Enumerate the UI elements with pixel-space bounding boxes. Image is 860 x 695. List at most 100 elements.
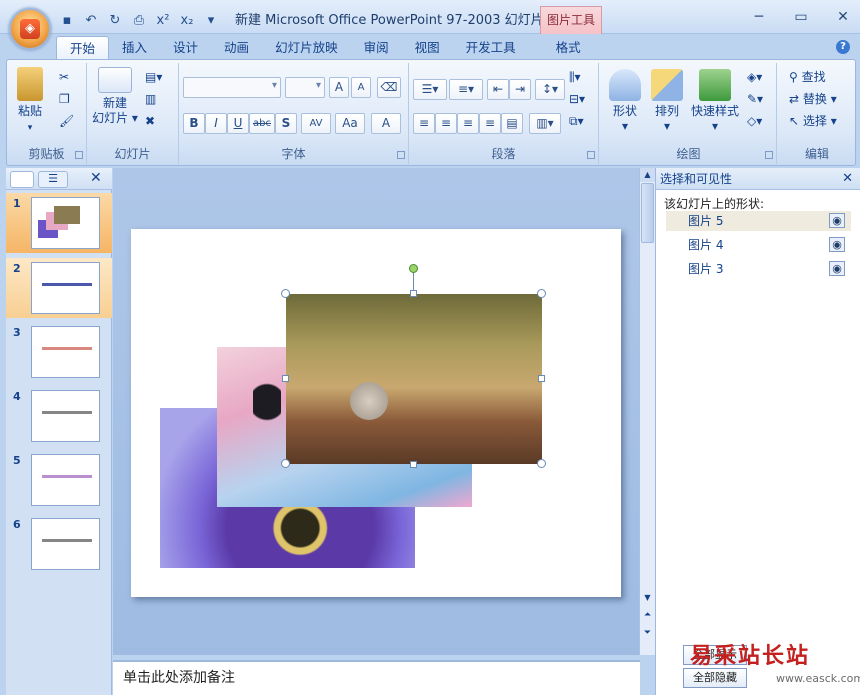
resize-handle[interactable] xyxy=(410,461,417,468)
numbering-icon[interactable]: ≡▾ xyxy=(449,79,483,100)
visibility-eye-icon[interactable]: ◉ xyxy=(829,261,845,276)
dialog-launcher-icon[interactable] xyxy=(587,151,595,159)
text-direction-icon[interactable]: ⫼▾ xyxy=(569,67,581,87)
print-preview-icon[interactable]: ⎙ xyxy=(130,12,148,30)
shape-list-item[interactable]: 图片 3 ◉ xyxy=(666,259,851,279)
shape-list-item[interactable]: 图片 5 ◉ xyxy=(666,211,851,231)
select-button[interactable]: ↖ 选择 ▾ xyxy=(789,111,837,131)
replace-button[interactable]: ⇄ 替换 ▾ xyxy=(789,89,837,109)
close-icon[interactable]: ✕ xyxy=(842,168,853,190)
close-pane-icon[interactable]: ✕ xyxy=(90,170,102,186)
tab-animations[interactable]: 动画 xyxy=(211,36,262,60)
undo-icon[interactable]: ↶ xyxy=(82,12,100,30)
layout-icon[interactable]: ▤▾ xyxy=(145,67,162,87)
line-spacing-icon[interactable]: ↕▾ xyxy=(535,79,565,100)
resize-handle[interactable] xyxy=(282,375,289,382)
resize-handle[interactable] xyxy=(537,459,546,468)
resize-handle[interactable] xyxy=(281,459,290,468)
new-slide-button[interactable]: 新建 幻灯片 ▾ xyxy=(91,67,139,126)
visibility-eye-icon[interactable]: ◉ xyxy=(829,213,845,228)
previous-slide-icon[interactable]: ⏶ xyxy=(640,610,655,626)
smartart-icon[interactable]: ⧉▾ xyxy=(569,111,584,131)
align-center-icon[interactable]: ≡ xyxy=(435,113,457,134)
copy-icon[interactable]: ❐ xyxy=(59,89,70,109)
tab-view[interactable]: 视图 xyxy=(402,36,453,60)
tab-insert[interactable]: 插入 xyxy=(109,36,160,60)
slides-tab-icon[interactable] xyxy=(10,171,34,188)
customize-qat-icon[interactable]: ▾ xyxy=(202,12,220,30)
find-button[interactable]: ⚲ 查找 xyxy=(789,67,826,87)
shape-list-item[interactable]: 图片 4 ◉ xyxy=(666,235,851,255)
reset-icon[interactable]: ▥ xyxy=(145,89,156,109)
next-slide-icon[interactable]: ⏷ xyxy=(640,628,655,644)
slide-thumbnail[interactable]: 4 xyxy=(6,386,112,446)
resize-handle[interactable] xyxy=(410,290,417,297)
vertical-scrollbar[interactable]: ▲ ▼ ⏶ ⏷ xyxy=(639,168,655,655)
resize-handle[interactable] xyxy=(537,289,546,298)
dialog-launcher-icon[interactable] xyxy=(75,151,83,159)
font-color-button[interactable]: A xyxy=(371,113,401,134)
quick-styles-button[interactable]: 快速样式 ▾ xyxy=(689,69,741,134)
hide-all-button[interactable]: 全部隐藏 xyxy=(683,668,747,688)
tab-format[interactable]: 格式 xyxy=(543,36,594,60)
office-button[interactable]: ◈ xyxy=(9,8,51,50)
maximize-icon[interactable]: ▭ xyxy=(790,8,812,26)
superscript-icon[interactable]: x² xyxy=(154,12,172,30)
align-text-icon[interactable]: ⊟▾ xyxy=(569,89,585,109)
visibility-eye-icon[interactable]: ◉ xyxy=(829,237,845,252)
justify-icon[interactable]: ≡ xyxy=(479,113,501,134)
outline-tab-icon[interactable]: ☰ xyxy=(38,171,68,188)
character-spacing-button[interactable]: AV xyxy=(301,113,331,134)
format-painter-icon[interactable]: 🖌 xyxy=(59,111,74,131)
tab-home[interactable]: 开始 xyxy=(56,36,110,60)
tab-developer[interactable]: 开发工具 xyxy=(453,36,529,60)
strikethrough-button[interactable]: abc xyxy=(249,113,275,134)
change-case-button[interactable]: Aa xyxy=(335,113,365,134)
font-name-combo[interactable] xyxy=(183,77,281,98)
subscript-icon[interactable]: x₂ xyxy=(178,12,196,30)
shrink-font-button[interactable]: A xyxy=(351,77,371,98)
save-icon[interactable]: ▪ xyxy=(58,12,76,30)
bold-button[interactable]: B xyxy=(183,113,205,134)
increase-indent-icon[interactable]: ⇥ xyxy=(509,79,531,100)
decrease-indent-icon[interactable]: ⇤ xyxy=(487,79,509,100)
delete-slide-icon[interactable]: ✖ xyxy=(145,111,155,131)
tab-review[interactable]: 审阅 xyxy=(351,36,402,60)
scroll-up-icon[interactable]: ▲ xyxy=(640,168,655,182)
shape-fill-icon[interactable]: ◈▾ xyxy=(747,67,762,87)
scroll-thumb[interactable] xyxy=(641,183,654,243)
align-right-icon[interactable]: ≡ xyxy=(457,113,479,134)
scroll-down-icon[interactable]: ▼ xyxy=(640,593,655,607)
resize-handle[interactable] xyxy=(538,375,545,382)
close-icon[interactable]: ✕ xyxy=(832,8,854,26)
columns-icon[interactable]: ▥▾ xyxy=(529,113,561,134)
notes-pane[interactable]: 单击此处添加备注 xyxy=(113,660,640,695)
resize-handle[interactable] xyxy=(281,289,290,298)
shadow-button[interactable]: S xyxy=(275,113,297,134)
slide-thumbnail[interactable]: 6 xyxy=(6,514,112,574)
tab-slideshow[interactable]: 幻灯片放映 xyxy=(262,36,351,60)
clear-format-icon[interactable]: ⌫ xyxy=(377,77,401,98)
italic-button[interactable]: I xyxy=(205,113,227,134)
help-icon[interactable]: ? xyxy=(836,40,850,54)
shape-effects-icon[interactable]: ◇▾ xyxy=(747,111,762,131)
shapes-button[interactable]: 形状 ▾ xyxy=(605,69,645,134)
minimize-icon[interactable]: ─ xyxy=(748,8,770,26)
picture-5[interactable] xyxy=(286,294,542,464)
slide-thumbnail[interactable]: 2 xyxy=(6,258,112,318)
slide-thumbnail[interactable]: 3 xyxy=(6,322,112,382)
shape-outline-icon[interactable]: ✎▾ xyxy=(747,89,763,109)
bullets-icon[interactable]: ☰▾ xyxy=(413,79,447,100)
paste-button[interactable]: 粘贴 ▾ xyxy=(13,67,47,136)
dialog-launcher-icon[interactable] xyxy=(765,151,773,159)
underline-button[interactable]: U xyxy=(227,113,249,134)
cut-icon[interactable]: ✂ xyxy=(59,67,69,87)
slide-thumbnail[interactable]: 1 xyxy=(6,193,112,253)
font-size-combo[interactable] xyxy=(285,77,325,98)
tab-design[interactable]: 设计 xyxy=(160,36,211,60)
grow-font-button[interactable]: A xyxy=(329,77,349,98)
align-left-icon[interactable]: ≡ xyxy=(413,113,435,134)
redo-icon[interactable]: ↻ xyxy=(106,12,124,30)
rotation-handle[interactable] xyxy=(409,264,418,273)
distribute-icon[interactable]: ▤ xyxy=(501,113,523,134)
